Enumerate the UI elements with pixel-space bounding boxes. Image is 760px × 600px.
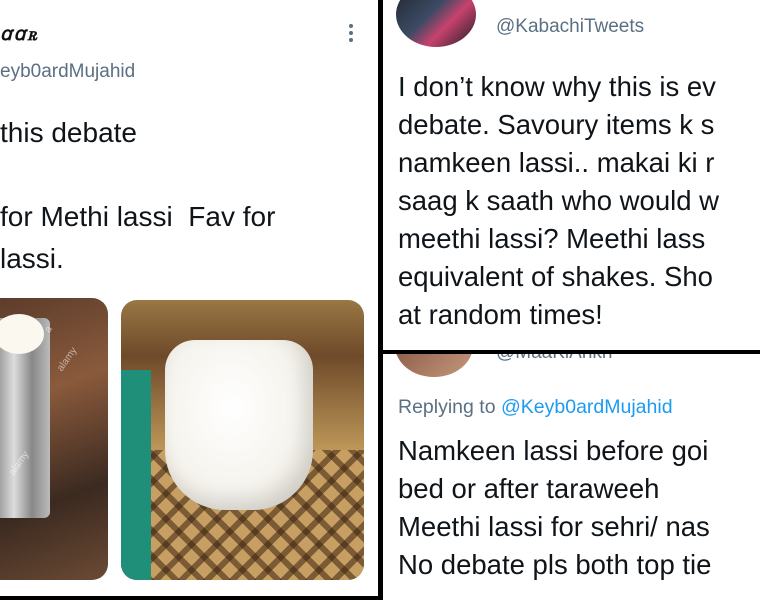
green-cloth [121, 370, 151, 580]
tweet-text-line: lassi. [0, 243, 64, 274]
tweet-text-line: No debate pls both top tie [398, 549, 712, 580]
vertical-ellipsis-icon[interactable] [346, 24, 356, 48]
tweet-text-line: I don’t know why this is ev [398, 71, 716, 102]
tweet-text-line: namkeen lassi.. makai ki r [398, 147, 715, 178]
avatar[interactable] [396, 0, 476, 47]
tweet-text-line: saag k saath who would w [398, 185, 720, 216]
watermark: alamy [55, 345, 80, 374]
tweet-text-line: debate. Savoury items k s [398, 109, 715, 140]
lassi-glass [165, 340, 313, 510]
right-bottom-tweet-card[interactable]: @MaaKiAnkh Replying to @Keyb0ardMujahid … [383, 354, 760, 600]
tweet-text-line: at random times! [398, 299, 603, 330]
user-handle[interactable]: @KabachiTweets [496, 16, 644, 38]
user-handle[interactable]: @MaaKiAnkh [496, 354, 612, 364]
replying-to-link[interactable]: @Keyb0ardMujahid [501, 396, 673, 418]
lassi-steel-glass-image[interactable]: alamy alamy a [0, 298, 108, 580]
right-top-tweet-card[interactable]: @KabachiTweets I don’t know why this is … [383, 0, 760, 350]
avatar[interactable] [395, 354, 473, 377]
tweet-text-line: meethi lassi? Meethi lass [398, 223, 706, 254]
tweet-text-line: equivalent of shakes. Sho [398, 261, 713, 292]
replying-to: Replying to @Keyb0ardMujahid [398, 396, 673, 419]
tweet-text-line: Namkeen lassi before goi [398, 435, 709, 466]
user-handle[interactable]: eyb0ardMujahid [0, 61, 135, 83]
tweet-text-line: Meethi lassi for sehri/ nas [398, 511, 710, 542]
lassi-glass-image[interactable] [121, 300, 364, 580]
tweet-text-line: bed or after taraweeh [398, 473, 660, 504]
replying-to-label: Replying to [398, 396, 496, 418]
tweet-text-line: this debate [0, 117, 137, 148]
tweet-text-line: for Methi lassi Fav for [0, 201, 276, 232]
left-tweet-card[interactable]: ꭤꭤꭱ eyb0ardMujahid this debate for Methi… [0, 0, 378, 596]
display-name[interactable]: ꭤꭤꭱ [0, 20, 39, 46]
